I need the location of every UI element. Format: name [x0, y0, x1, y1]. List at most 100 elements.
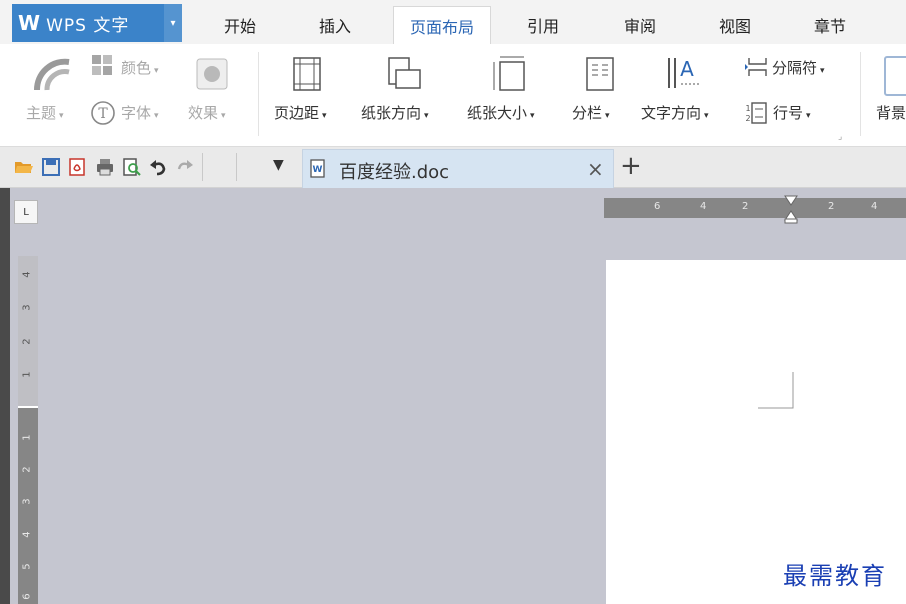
margins-label: 页边距 — [274, 104, 320, 122]
ruler-number: 2 — [742, 201, 749, 212]
ruler-number: 2 — [21, 466, 33, 473]
font-t-icon[interactable]: T — [90, 100, 116, 126]
orientation-label: 纸张方向 — [361, 104, 422, 122]
tab-page-layout[interactable]: 页面布局 — [393, 6, 491, 45]
svg-text:2: 2 — [745, 114, 750, 123]
open-folder-icon[interactable] — [14, 157, 34, 177]
background-button[interactable]: 背景 — [876, 102, 906, 123]
redo-icon[interactable] — [175, 157, 195, 177]
text-direction-icon[interactable]: A — [665, 54, 705, 92]
orientation-button[interactable]: 纸张方向 ▾ — [361, 102, 429, 123]
chevron-down-icon: ▾ — [424, 111, 429, 121]
text-direction-label: 文字方向 — [641, 104, 702, 122]
ruler-number: 2 — [21, 338, 33, 345]
color-icon[interactable] — [91, 54, 115, 76]
paper-size-button[interactable]: 纸张大小 ▾ — [467, 102, 535, 123]
close-tab-button[interactable]: × — [587, 157, 604, 181]
font-button[interactable]: 字体 ▾ — [121, 102, 159, 123]
tab-stop-selector-icon[interactable]: L — [14, 200, 38, 224]
ruler-number: 6 — [21, 593, 33, 600]
orientation-icon[interactable] — [386, 56, 422, 92]
text-direction-button[interactable]: 文字方向 ▾ — [641, 102, 709, 123]
margins-icon[interactable] — [291, 56, 325, 92]
line-number-label: 行号 — [773, 104, 804, 122]
toolbar-divider — [236, 153, 237, 181]
ruler-number: 1 — [21, 371, 33, 378]
tab-review[interactable]: 审阅 — [605, 6, 675, 44]
paper-size-icon[interactable] — [492, 56, 528, 92]
app-menu-button[interactable]: W WPS 文字 ▾ — [12, 4, 182, 42]
print-preview-icon[interactable] — [122, 157, 142, 177]
effect-label: 效果 — [188, 104, 219, 122]
breaks-label: 分隔符 — [772, 59, 818, 77]
chevron-down-icon: ▾ — [530, 111, 535, 121]
horizontal-ruler[interactable]: 6 4 2 2 4 — [604, 195, 906, 224]
ruler-number: 6 — [654, 201, 661, 212]
document-icon: W — [310, 159, 325, 178]
document-tab[interactable]: W 百度经验.doc × — [302, 149, 614, 188]
ruler-margin-boundary — [18, 406, 38, 408]
chevron-down-icon: ▾ — [59, 111, 64, 121]
app-name: WPS 文字 — [46, 15, 130, 36]
ribbon-panel: 主题 ▾ 颜色 ▾ T 字体 ▾ 效果 ▾ 页边距 ▾ 纸张方向 ▾ 纸张大小 ▾ 分栏 ▾ A — [0, 44, 906, 147]
ribbon-divider — [258, 52, 259, 136]
svg-text:1: 1 — [745, 104, 750, 113]
page-setup-launcher-icon[interactable]: ⌟ — [838, 132, 842, 142]
watermark-text: 最需教育 — [783, 562, 887, 590]
ruler-number: 1 — [21, 434, 33, 441]
chevron-down-icon: ▾ — [154, 66, 159, 76]
chevron-down-icon: ▾ — [322, 111, 327, 121]
tab-references[interactable]: 引用 — [508, 6, 578, 44]
svg-text:W: W — [313, 165, 323, 175]
left-edge-strip — [0, 188, 10, 604]
background-icon[interactable] — [884, 56, 906, 96]
ribbon-divider — [860, 52, 861, 136]
margin-corner-mark — [758, 372, 794, 409]
ruler-number: 4 — [21, 271, 33, 278]
tab-home[interactable]: 开始 — [205, 6, 275, 44]
color-label: 颜色 — [121, 59, 152, 77]
print-icon[interactable] — [95, 157, 115, 177]
indent-marker-icon[interactable] — [784, 194, 798, 224]
columns-icon[interactable] — [585, 56, 617, 92]
save-icon[interactable] — [41, 157, 61, 177]
ruler-number: 3 — [21, 498, 33, 505]
columns-button[interactable]: 分栏 ▾ — [572, 102, 610, 123]
effect-icon[interactable] — [195, 57, 229, 91]
line-number-button[interactable]: 行号 ▾ — [773, 102, 811, 123]
undo-icon[interactable] — [148, 157, 168, 177]
theme-icon[interactable] — [33, 58, 73, 92]
tab-insert[interactable]: 插入 — [300, 6, 370, 44]
chevron-down-icon: ▾ — [154, 111, 159, 121]
ribbon-tab-bar: W WPS 文字 ▾ 开始 插入 页面布局 引用 审阅 视图 章节 — [0, 0, 906, 45]
ruler-number: 4 — [700, 201, 707, 212]
wps-logo-icon: W — [18, 11, 41, 35]
new-tab-button[interactable]: + — [620, 151, 642, 181]
document-filename: 百度经验.doc — [339, 162, 450, 183]
ruler-number: 4 — [21, 531, 33, 538]
theme-button[interactable]: 主题 ▾ — [26, 102, 64, 123]
chevron-down-icon: ▾ — [806, 111, 811, 121]
export-pdf-icon[interactable] — [67, 157, 87, 177]
color-button[interactable]: 颜色 ▾ — [121, 57, 159, 78]
tab-view[interactable]: 视图 — [700, 6, 770, 44]
toolbar-divider — [202, 153, 203, 181]
chevron-down-icon: ▾ — [820, 66, 825, 76]
breaks-icon[interactable] — [744, 56, 770, 78]
line-number-icon[interactable]: 1 2 — [744, 101, 768, 125]
ruler-margin-area — [18, 256, 38, 406]
columns-label: 分栏 — [572, 104, 603, 122]
tab-sections[interactable]: 章节 — [795, 6, 865, 44]
ruler-number: 4 — [871, 201, 878, 212]
effect-button[interactable]: 效果 ▾ — [188, 102, 226, 123]
margins-button[interactable]: 页边距 ▾ — [274, 102, 327, 123]
vertical-ruler[interactable]: 4 3 2 1 1 2 3 4 5 6 — [18, 256, 38, 604]
ruler-number: 2 — [828, 201, 835, 212]
chevron-down-icon: ▾ — [704, 111, 709, 121]
tab-list-dropdown-icon[interactable]: ▼ — [273, 157, 284, 173]
theme-label: 主题 — [26, 104, 57, 122]
app-menu-dropdown-icon[interactable]: ▾ — [164, 4, 182, 42]
breaks-button[interactable]: 分隔符 ▾ — [772, 57, 825, 78]
document-page[interactable] — [606, 260, 906, 604]
ruler-number: 5 — [21, 563, 33, 570]
